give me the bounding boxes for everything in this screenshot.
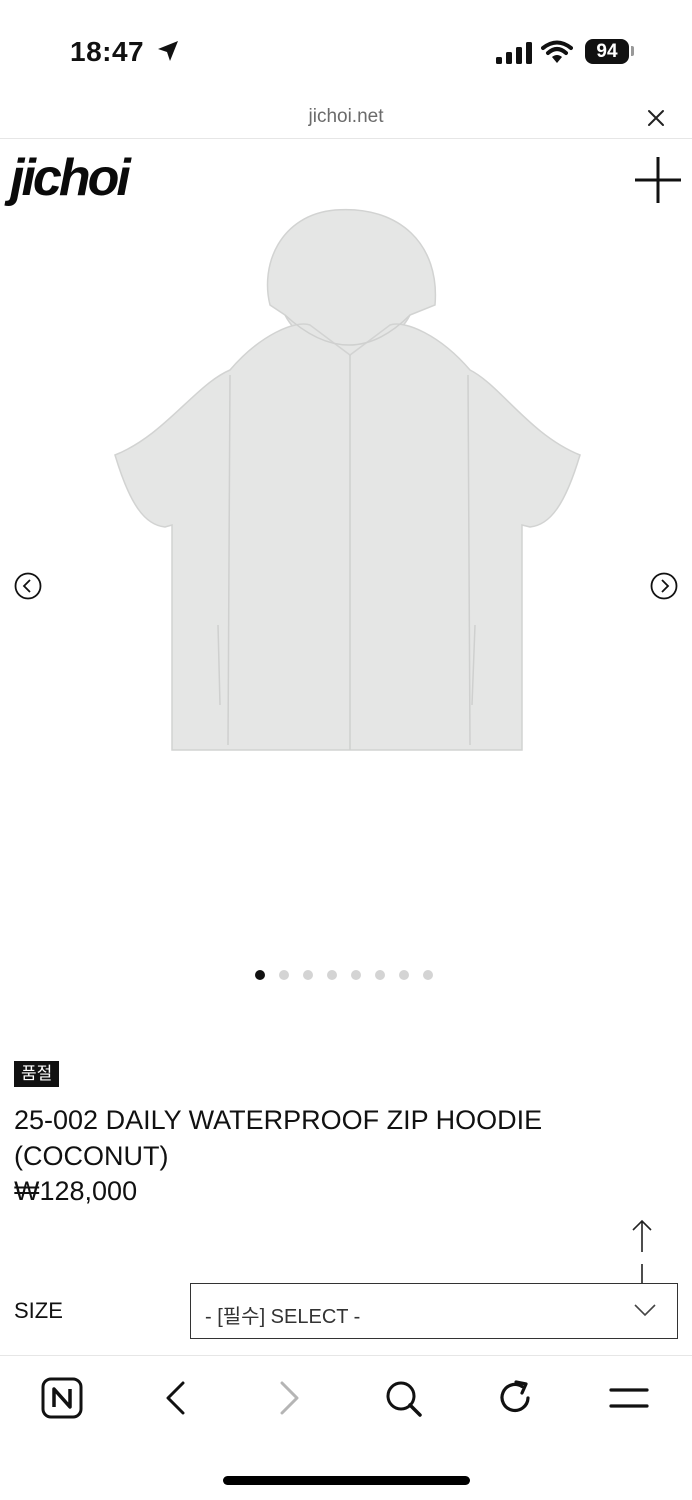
- url-bar[interactable]: jichoi.net: [0, 96, 692, 139]
- search-icon[interactable]: [382, 1377, 424, 1419]
- carousel-dot[interactable]: [375, 970, 385, 980]
- cellular-signal-icon: [496, 42, 532, 64]
- size-label: SIZE: [14, 1298, 63, 1323]
- battery-tip: [631, 46, 634, 56]
- menu-icon[interactable]: [608, 1377, 650, 1419]
- battery-level: 94: [585, 39, 629, 64]
- url-text[interactable]: jichoi.net: [0, 106, 692, 128]
- back-icon[interactable]: [155, 1377, 197, 1419]
- refresh-icon[interactable]: [495, 1377, 537, 1419]
- carousel-dot[interactable]: [279, 970, 289, 980]
- size-select[interactable]: - [필수] SELECT -: [190, 1283, 678, 1339]
- carousel-dot[interactable]: [255, 970, 265, 980]
- wifi-icon: [541, 40, 573, 63]
- carousel-dot[interactable]: [351, 970, 361, 980]
- naver-home-icon[interactable]: [41, 1377, 83, 1419]
- menu-plus-icon[interactable]: [633, 155, 683, 205]
- carousel-prev-icon[interactable]: [14, 572, 42, 600]
- product-title: 25-002 DAILY WATERPROOF ZIP HOODIE (COCO…: [14, 1105, 543, 1171]
- status-bar: 18:47 94: [0, 0, 692, 96]
- status-time: 18:47: [70, 36, 145, 67]
- carousel-dots: [255, 970, 433, 980]
- carousel-dot[interactable]: [327, 970, 337, 980]
- product-price: ₩128,000: [14, 1176, 138, 1206]
- product-image[interactable]: [110, 205, 588, 760]
- close-icon[interactable]: [646, 108, 666, 128]
- size-select-value: - [필수] SELECT -: [205, 1306, 361, 1328]
- carousel-dot[interactable]: [399, 970, 409, 980]
- soldout-badge: 품절: [14, 1061, 60, 1087]
- carousel-dot[interactable]: [423, 970, 433, 980]
- forward-icon[interactable]: [268, 1377, 310, 1419]
- scroll-top-icon[interactable]: [630, 1218, 654, 1254]
- carousel-next-icon[interactable]: [650, 572, 678, 600]
- location-arrow-icon: [158, 41, 178, 61]
- site-logo[interactable]: jichoi: [10, 148, 131, 208]
- carousel-dot[interactable]: [303, 970, 313, 980]
- home-indicator: [223, 1476, 470, 1485]
- chevron-down-icon: [634, 1304, 656, 1317]
